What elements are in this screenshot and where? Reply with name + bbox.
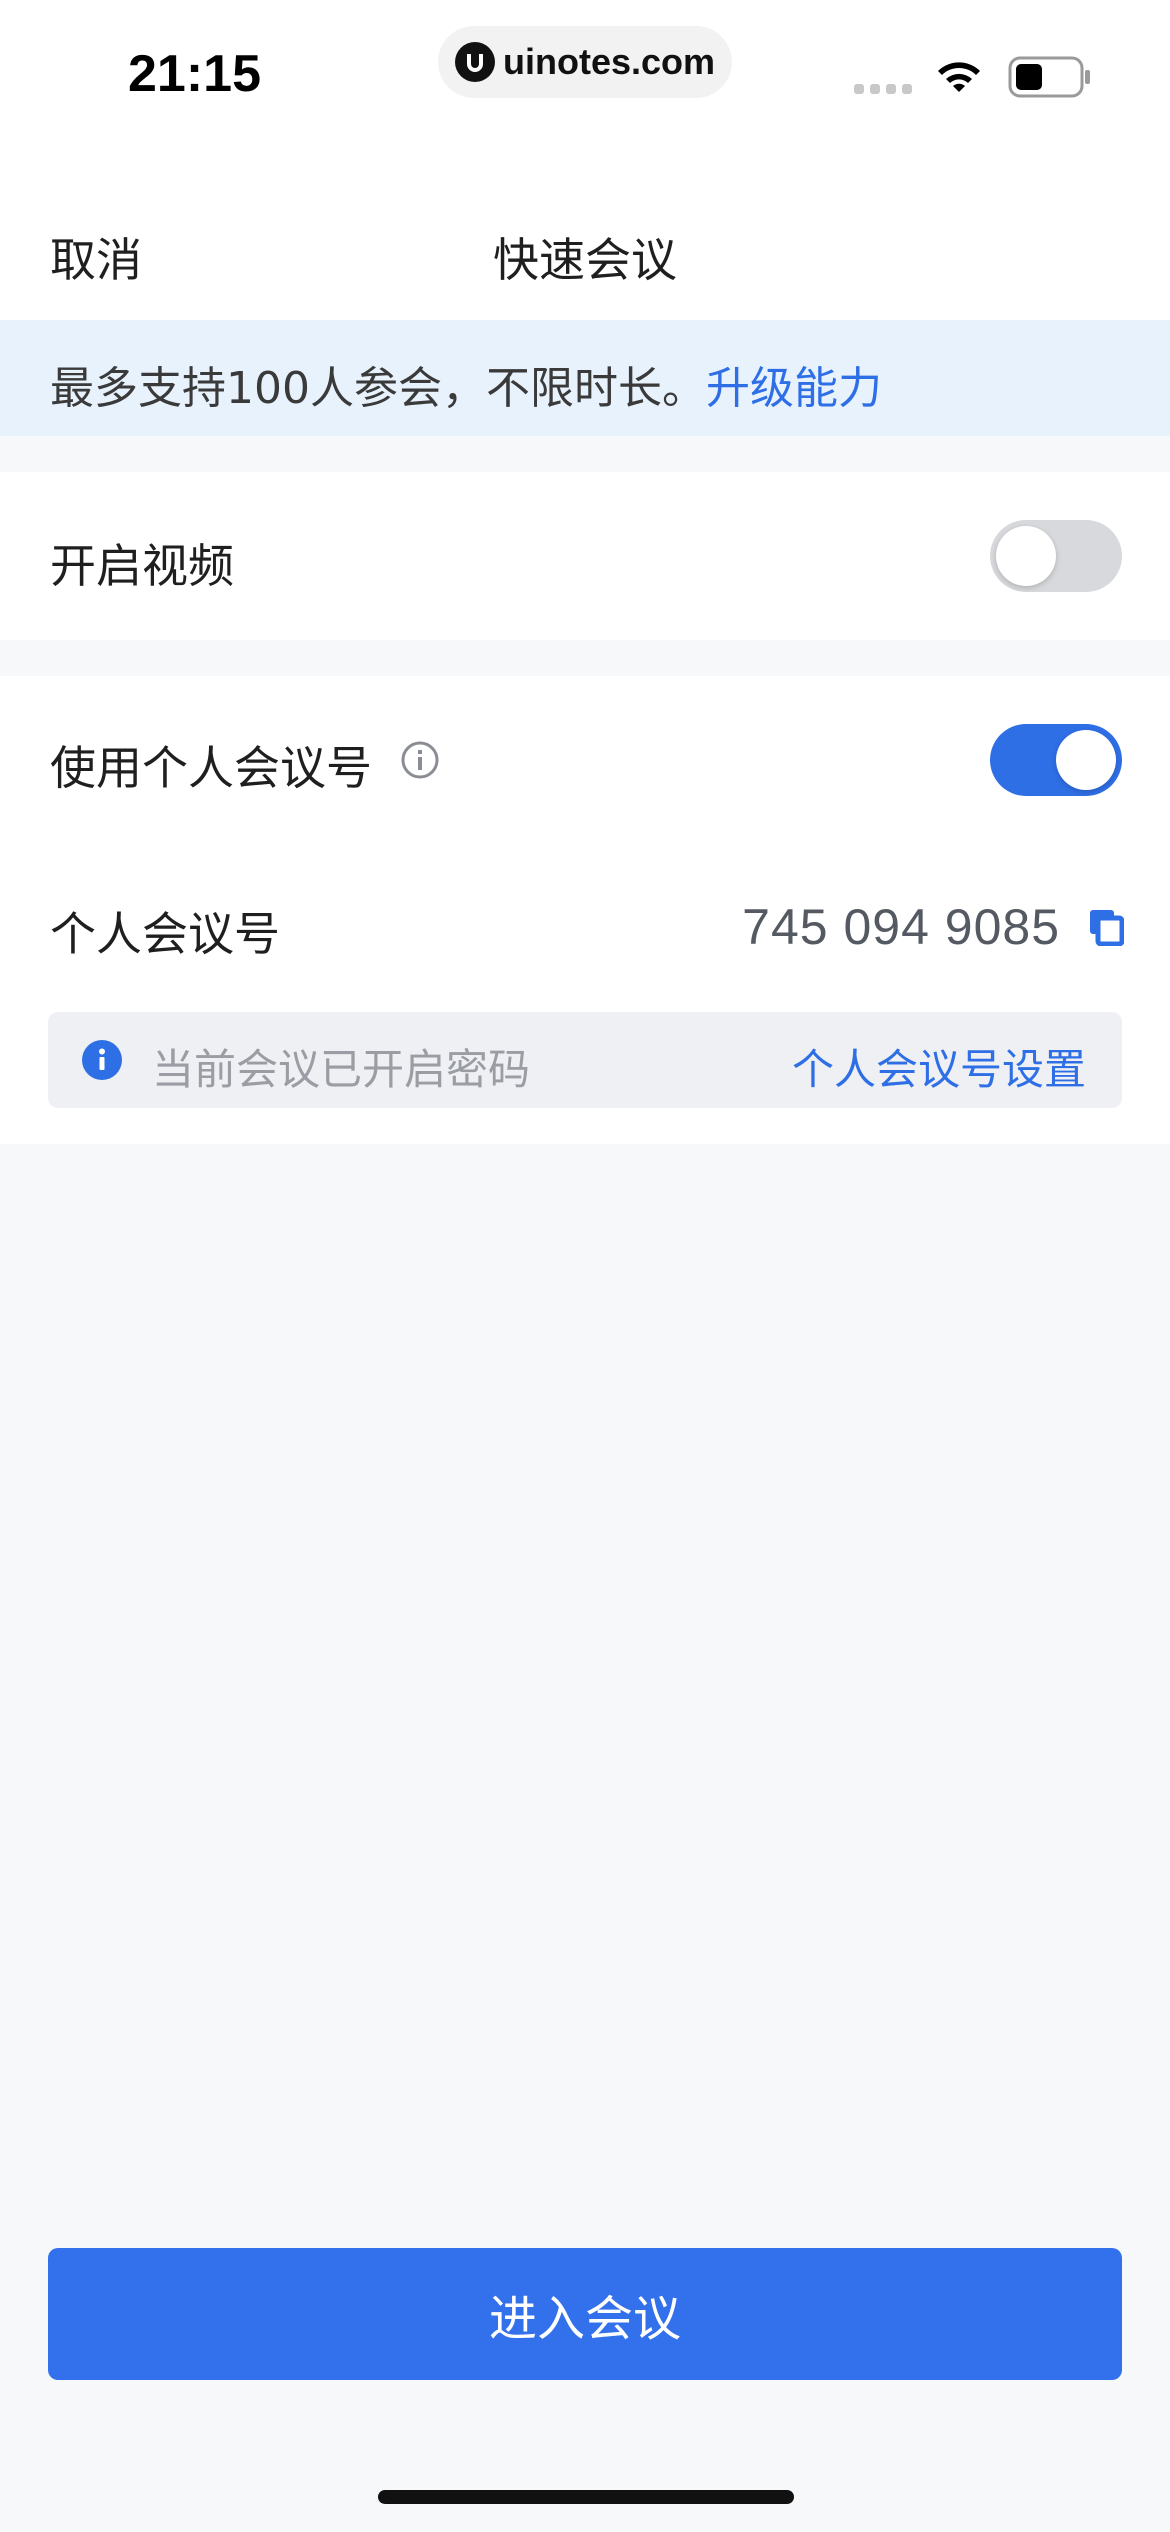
wifi-icon bbox=[938, 62, 980, 92]
video-setting-card: 开启视频 bbox=[0, 472, 1170, 640]
join-meeting-button[interactable]: 进入会议 bbox=[48, 2248, 1122, 2380]
copy-icon[interactable] bbox=[1088, 908, 1124, 946]
pmi-setting-card: 使用个人会议号 个人会议号 745 094 9085 当前会议已开启密码 个人会… bbox=[0, 676, 1170, 1144]
status-time: 21:15 bbox=[128, 45, 261, 103]
battery-icon bbox=[1008, 56, 1090, 98]
pmi-number-value: 745 094 9085 bbox=[742, 899, 1060, 955]
url-pill[interactable]: uinotes.com bbox=[438, 26, 732, 98]
video-toggle[interactable] bbox=[990, 520, 1122, 592]
toggle-knob bbox=[1056, 730, 1116, 790]
page-title: 快速会议 bbox=[493, 233, 677, 287]
home-indicator bbox=[378, 2490, 794, 2504]
pmi-toggle[interactable] bbox=[990, 724, 1122, 796]
toggle-knob bbox=[996, 526, 1056, 586]
status-bar: 21:15 uinotes.com bbox=[0, 0, 1170, 150]
info-circle-icon[interactable] bbox=[400, 740, 440, 780]
pmi-settings-link[interactable]: 个人会议号设置 bbox=[792, 1036, 1086, 1097]
password-notice: 当前会议已开启密码 个人会议号设置 bbox=[48, 1012, 1122, 1108]
banner-text: 最多支持100人参会，不限时长。升级能力 bbox=[50, 352, 882, 416]
signal-icon bbox=[854, 84, 912, 94]
pmi-number-label: 个人会议号 bbox=[50, 907, 280, 961]
video-setting-label: 开启视频 bbox=[50, 539, 234, 593]
notice-text: 当前会议已开启密码 bbox=[152, 1045, 531, 1094]
capacity-banner: 最多支持100人参会，不限时长。升级能力 bbox=[0, 320, 1170, 436]
upgrade-link[interactable]: 升级能力 bbox=[706, 363, 882, 414]
banner-message: 最多支持100人参会，不限时长。 bbox=[50, 363, 706, 414]
info-filled-icon bbox=[82, 1040, 122, 1080]
pmi-toggle-label: 使用个人会议号 bbox=[50, 741, 372, 795]
site-logo-icon bbox=[454, 42, 495, 82]
nav-bar: 取消 快速会议 bbox=[0, 150, 1170, 320]
url-text: uinotes.com bbox=[502, 41, 716, 82]
